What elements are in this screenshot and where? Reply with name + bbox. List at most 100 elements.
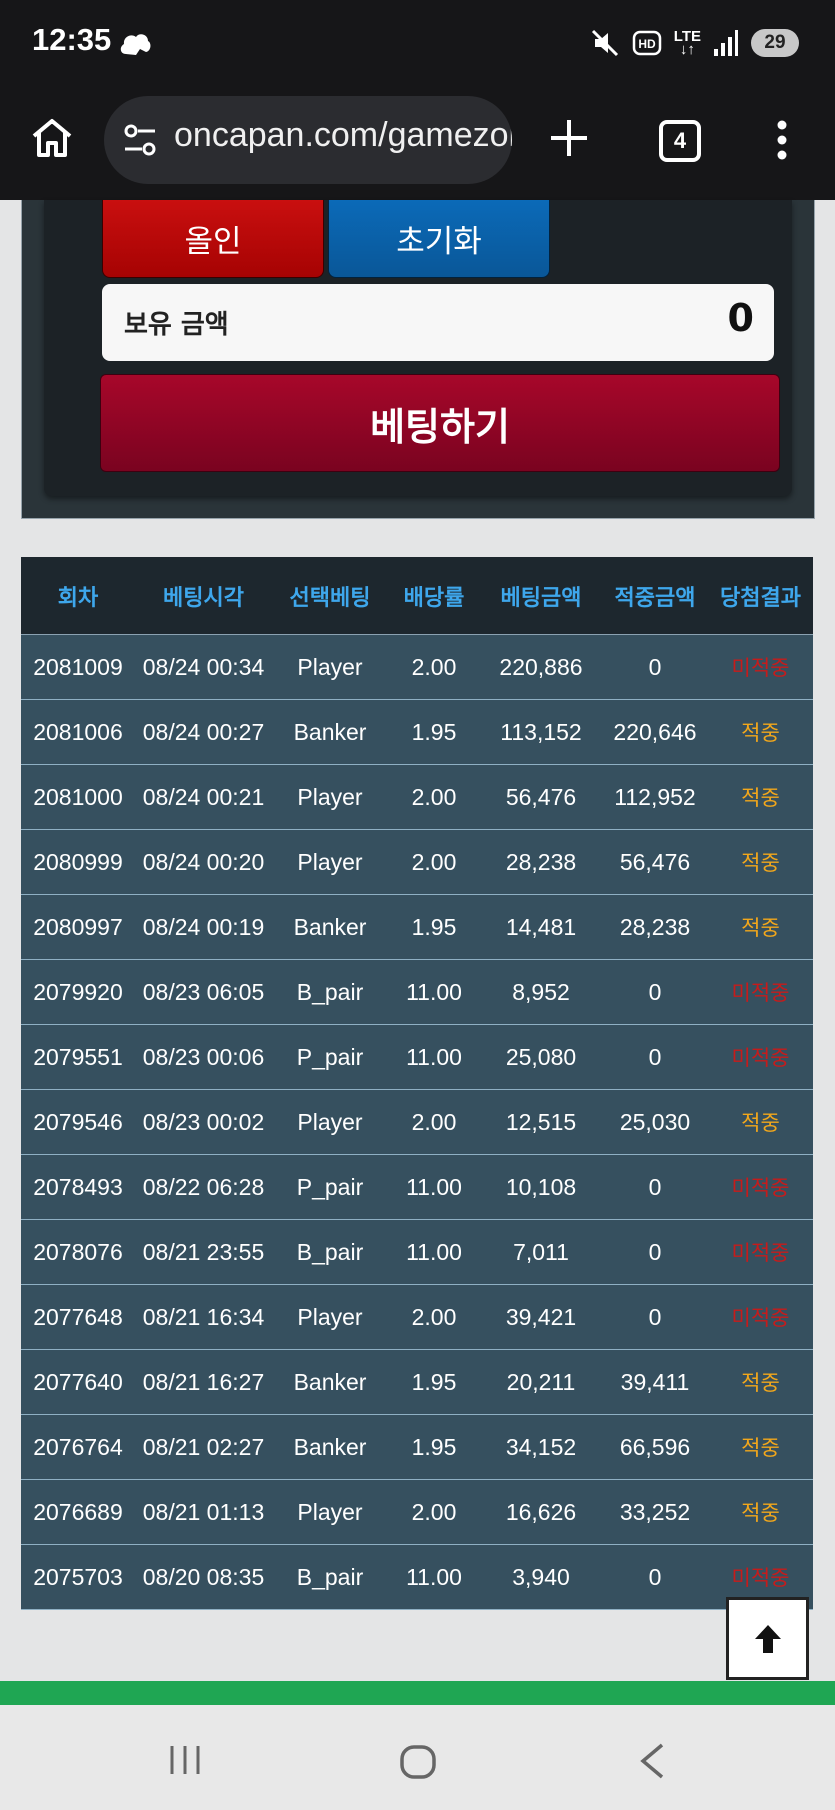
table-cell: 08/24 00:27 <box>135 699 272 765</box>
table-cell: P_pair <box>272 1024 388 1090</box>
table-cell: Banker <box>272 894 388 960</box>
table-cell: 2080999 <box>21 829 135 895</box>
table-cell: 28,238 <box>602 894 708 960</box>
table-row: 2081006 08/24 00:27 Banker 1.95 113,152 220,6… <box>21 699 813 765</box>
table-cell: 0 <box>602 634 708 700</box>
svg-text:HD: HD <box>638 37 656 51</box>
bet-history-table: 회차 베팅시각 선택베팅 배당률 베팅금액 적중금액 당첨결과 2081009 0… <box>21 557 813 1610</box>
all-in-button[interactable]: 올인 <box>102 200 324 278</box>
recent-apps-icon[interactable] <box>168 1743 202 1777</box>
table-body: 2081009 08/24 00:34 Player 2.00 220,886 0 미적중 2… <box>21 634 813 1610</box>
nav-home-icon[interactable] <box>399 1744 437 1780</box>
status-time: 12:35 <box>32 22 112 57</box>
table-row: 2076689 08/21 01:13 Player 2.00 16,626 33,252… <box>21 1479 813 1545</box>
table-header-row: 회차 베팅시각 선택베팅 배당률 베팅금액 적중금액 당첨결과 <box>21 557 813 635</box>
table-cell: Player <box>272 1284 388 1350</box>
scroll-top-button[interactable] <box>726 1597 809 1680</box>
result-cell: 적중 <box>708 764 813 830</box>
back-icon[interactable] <box>638 1742 666 1780</box>
table-cell: 20,211 <box>480 1349 602 1415</box>
table-cell: 2077640 <box>21 1349 135 1415</box>
table-cell: Player <box>272 634 388 700</box>
tune-icon[interactable] <box>122 122 158 158</box>
table-cell: 14,481 <box>480 894 602 960</box>
more-vert-icon[interactable] <box>772 120 792 160</box>
table-cell: 2.00 <box>388 1284 480 1350</box>
footer-strip <box>0 1681 835 1705</box>
table-cell: B_pair <box>272 1544 388 1610</box>
table-cell: 2078493 <box>21 1154 135 1220</box>
table-cell: 2.00 <box>388 1089 480 1155</box>
table-cell: 39,421 <box>480 1284 602 1350</box>
betting-panel: 올인 초기화 보유 금액 0 베팅하기 <box>21 200 815 519</box>
result-cell: 미적중 <box>708 1219 813 1285</box>
status-bar: 12:35 HD LTE ↓↑ 29 <box>0 0 835 86</box>
table-cell: 08/24 00:34 <box>135 634 272 700</box>
column-header: 선택베팅 <box>272 557 388 635</box>
table-cell: 11.00 <box>388 1219 480 1285</box>
table-row: 2079546 08/23 00:02 Player 2.00 12,515 25,030… <box>21 1089 813 1155</box>
table-cell: 08/20 08:35 <box>135 1544 272 1610</box>
table-cell: 2.00 <box>388 1479 480 1545</box>
table-cell: 220,886 <box>480 634 602 700</box>
table-cell: 2.00 <box>388 764 480 830</box>
status-icons: HD LTE ↓↑ 29 <box>590 24 799 62</box>
result-cell: 미적중 <box>708 959 813 1025</box>
table-row: 2077640 08/21 16:27 Banker 1.95 20,211 39,411… <box>21 1349 813 1415</box>
table-cell: Banker <box>272 699 388 765</box>
table-cell: 11.00 <box>388 1544 480 1610</box>
table-row: 2079920 08/23 06:05 B_pair 11.00 8,952 0 미적중 <box>21 959 813 1025</box>
table-cell: 8,952 <box>480 959 602 1025</box>
table-cell: 25,080 <box>480 1024 602 1090</box>
table-cell: 2.00 <box>388 829 480 895</box>
table-row: 2076764 08/21 02:27 Banker 1.95 34,152 66,596… <box>21 1414 813 1480</box>
table-cell: 10,108 <box>480 1154 602 1220</box>
table-cell: 34,152 <box>480 1414 602 1480</box>
plus-icon[interactable] <box>548 117 590 159</box>
table-cell: 2075703 <box>21 1544 135 1610</box>
table-cell: 0 <box>602 959 708 1025</box>
hd-icon: HD <box>632 30 662 56</box>
table-cell: 2081006 <box>21 699 135 765</box>
table-cell: 2076764 <box>21 1414 135 1480</box>
column-header: 배당률 <box>388 557 480 635</box>
address-bar[interactable]: oncapan.com/gamezone/baccarat <box>104 96 512 184</box>
table-cell: 0 <box>602 1544 708 1610</box>
table-cell: 2079551 <box>21 1024 135 1090</box>
table-cell: 0 <box>602 1284 708 1350</box>
result-cell: 미적중 <box>708 1154 813 1220</box>
table-row: 2081000 08/24 00:21 Player 2.00 56,476 112,95… <box>21 764 813 830</box>
balance-label: 보유 금액 <box>124 310 229 340</box>
result-cell: 적중 <box>708 894 813 960</box>
table-cell: 08/21 16:34 <box>135 1284 272 1350</box>
table-cell: 11.00 <box>388 959 480 1025</box>
table-cell: 08/21 02:27 <box>135 1414 272 1480</box>
table-cell: 28,238 <box>480 829 602 895</box>
table-cell: 33,252 <box>602 1479 708 1545</box>
column-header: 회차 <box>21 557 135 635</box>
table-cell: 11.00 <box>388 1154 480 1220</box>
table-cell: 3,940 <box>480 1544 602 1610</box>
column-header: 베팅금액 <box>480 557 602 635</box>
mute-icon <box>591 29 618 57</box>
table-cell: 11.00 <box>388 1024 480 1090</box>
table-row: 2078493 08/22 06:28 P_pair 11.00 10,108 0 미적중 <box>21 1154 813 1220</box>
tab-switcher-button[interactable]: 4 <box>659 120 701 162</box>
table-cell: 113,152 <box>480 699 602 765</box>
table-row: 2078076 08/21 23:55 B_pair 11.00 7,011 0 미적중 <box>21 1219 813 1285</box>
table-row: 2080999 08/24 00:20 Player 2.00 28,238 56,476… <box>21 829 813 895</box>
place-bet-button[interactable]: 베팅하기 <box>100 374 780 472</box>
home-icon[interactable] <box>30 116 74 160</box>
reset-button[interactable]: 초기화 <box>328 200 550 278</box>
column-header: 당첨결과 <box>708 557 813 635</box>
table-cell: 1.95 <box>388 1414 480 1480</box>
browser-toolbar: oncapan.com/gamezone/baccarat 4 <box>0 86 835 200</box>
result-cell: 미적중 <box>708 634 813 700</box>
table-cell: 08/23 06:05 <box>135 959 272 1025</box>
table-cell: Banker <box>272 1349 388 1415</box>
battery-indicator: 29 <box>751 29 799 57</box>
table-cell: 2081009 <box>21 634 135 700</box>
table-cell: 08/24 00:20 <box>135 829 272 895</box>
table-cell: 2.00 <box>388 634 480 700</box>
table-cell: 66,596 <box>602 1414 708 1480</box>
